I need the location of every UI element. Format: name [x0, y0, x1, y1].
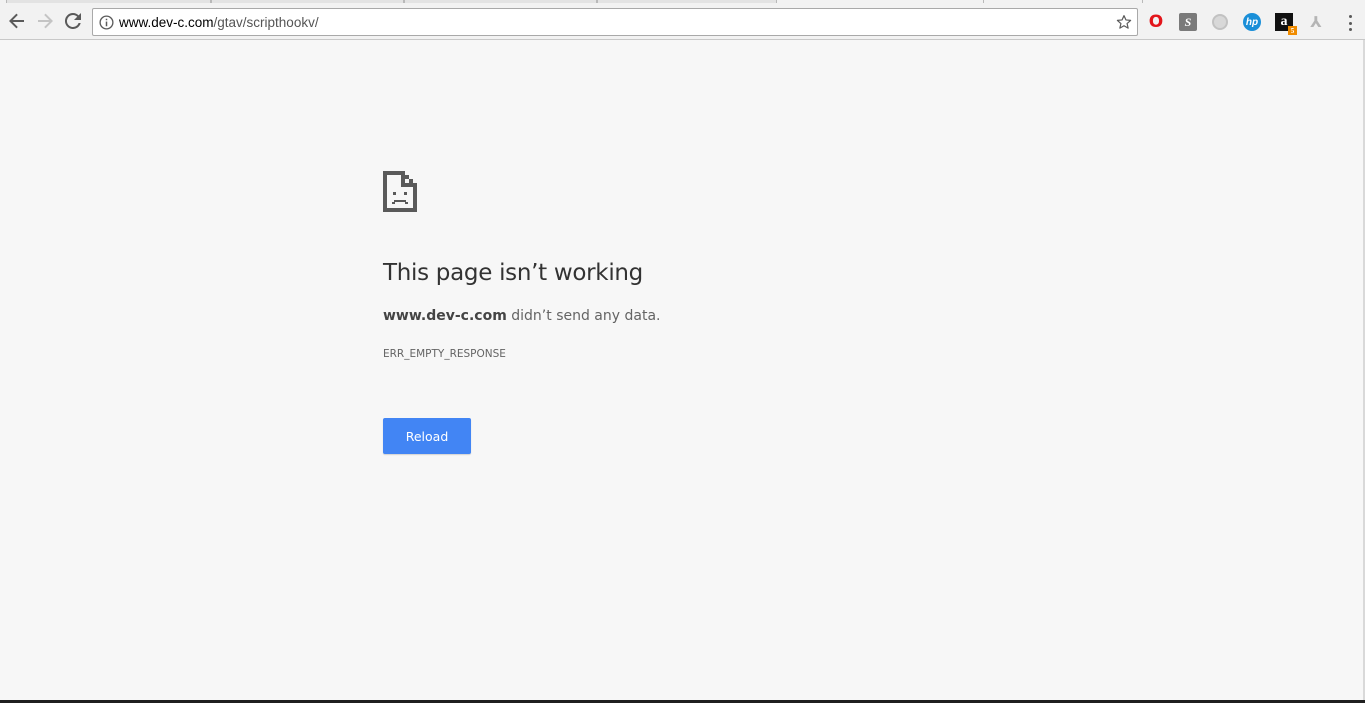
menu-dot-icon: [1348, 15, 1352, 18]
back-arrow-icon: [9, 13, 24, 29]
pdf-icon[interactable]: ⅄: [1307, 13, 1325, 31]
menu-dot-icon: [1348, 21, 1352, 25]
sad-page-icon: [383, 171, 417, 212]
url-text[interactable]: www.dev-c.com/gtav/scripthookv/: [119, 15, 319, 30]
error-detail-suffix: didn’t send any data.: [506, 308, 661, 324]
url-path: /gtav/scripthookv/: [213, 15, 319, 30]
back-button[interactable]: [6, 10, 28, 32]
reload-button[interactable]: Reload: [383, 418, 471, 454]
menu-dot-icon: [1348, 28, 1352, 31]
url-host: www.dev-c.com: [119, 15, 214, 30]
amazon-icon[interactable]: a5: [1275, 13, 1297, 35]
forward-arrow-icon: [38, 13, 53, 29]
bookmark-star-icon[interactable]: [1116, 14, 1132, 30]
hp-icon[interactable]: hp: [1243, 13, 1261, 31]
reload-toolbar-button[interactable]: [62, 10, 84, 32]
amazon-badge: 5: [1288, 26, 1297, 35]
forward-button[interactable]: [34, 10, 56, 32]
error-code: ERR_EMPTY_RESPONSE: [383, 348, 506, 360]
sprite-icon[interactable]: S: [1179, 13, 1197, 31]
info-icon[interactable]: [99, 15, 114, 30]
error-detail: www.dev-c.com didn’t send any data.: [383, 308, 660, 324]
error-page: This page isn’t working www.dev-c.com di…: [0, 40, 1365, 700]
chrome-menu-button[interactable]: [1347, 15, 1353, 31]
opera-icon[interactable]: O: [1147, 12, 1165, 32]
browser-toolbar: www.dev-c.com/gtav/scripthookv/ O S hp a…: [0, 3, 1365, 40]
error-host: www.dev-c.com: [383, 308, 507, 324]
grey-circle-icon[interactable]: [1212, 14, 1228, 30]
error-title: This page isn’t working: [383, 260, 643, 286]
reload-icon: [65, 13, 81, 29]
address-bar[interactable]: www.dev-c.com/gtav/scripthookv/: [92, 8, 1138, 36]
